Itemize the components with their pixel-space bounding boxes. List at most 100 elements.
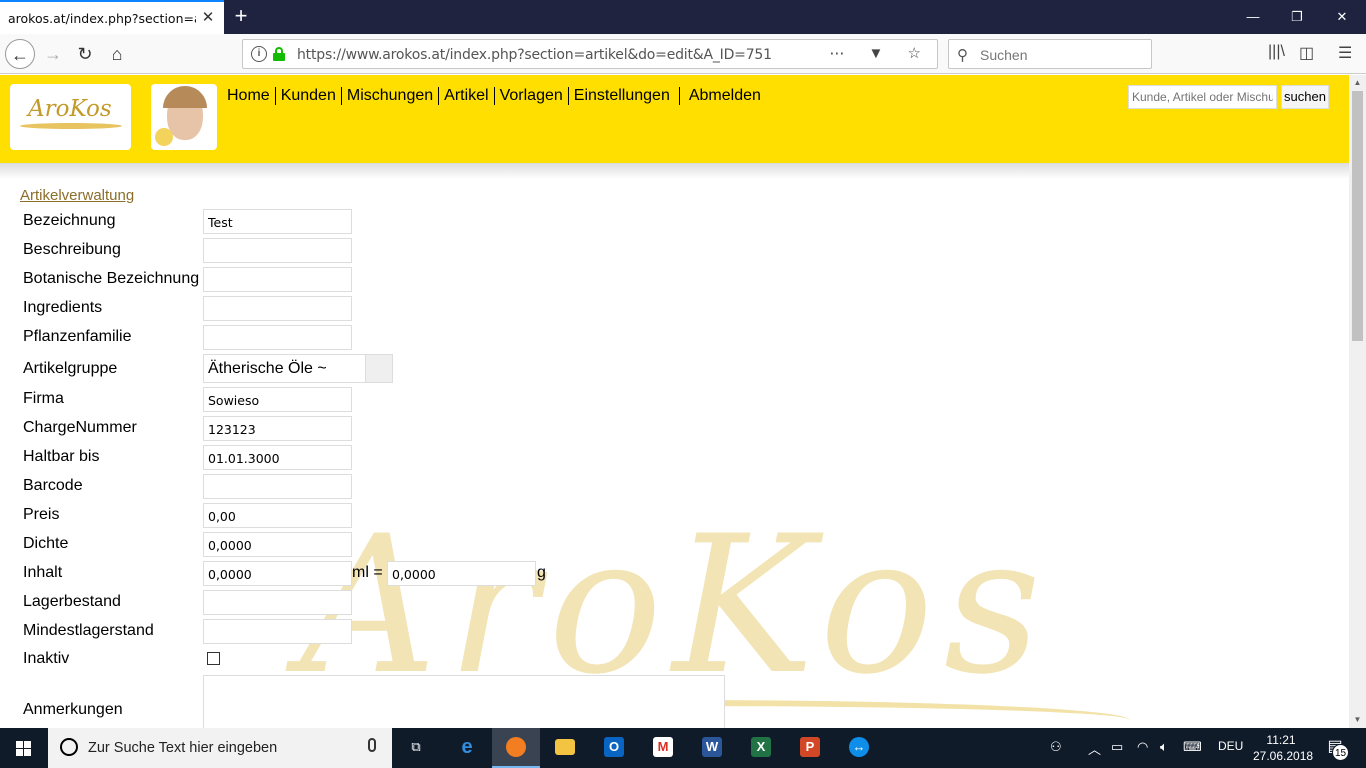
url-bar[interactable]: i https://www.arokos.at/index.php?sectio… xyxy=(242,39,938,69)
header-search-input[interactable] xyxy=(1128,85,1277,109)
powerpoint-icon[interactable]: P xyxy=(786,728,834,768)
battery-icon[interactable]: ▭ xyxy=(1111,739,1123,755)
scrollbar-thumb[interactable] xyxy=(1352,91,1363,341)
excel-icon[interactable]: X xyxy=(737,728,785,768)
library-icon[interactable]: |||\ xyxy=(1268,43,1285,61)
header-search-button[interactable]: suchen xyxy=(1281,85,1329,109)
site-logo[interactable]: AroKos xyxy=(10,84,131,150)
barcode-field[interactable] xyxy=(203,474,352,499)
file-explorer-icon[interactable] xyxy=(541,728,589,768)
volume-icon[interactable]: 🔈︎ xyxy=(1160,739,1168,755)
scroll-up-icon[interactable]: ▲ xyxy=(1349,75,1366,91)
nav-home[interactable]: Home xyxy=(227,87,275,105)
haltbar-field[interactable]: 01.01.3000 xyxy=(203,445,352,470)
home-icon[interactable]: ⌂ xyxy=(102,39,132,69)
language-indicator[interactable]: DEU xyxy=(1218,739,1243,753)
firefox-icon[interactable] xyxy=(492,728,540,768)
taskbar-search-input[interactable]: Zur Suche Text hier eingeben xyxy=(48,728,392,768)
row-mindestlager: Mindestlagerstand xyxy=(23,619,823,645)
inaktiv-checkbox[interactable] xyxy=(207,652,220,665)
artikelgruppe-select[interactable]: Ätherische Öle ~ xyxy=(203,354,393,383)
wifi-icon[interactable]: ◠ xyxy=(1137,739,1148,755)
nav-vorlagen[interactable]: Vorlagen xyxy=(493,87,568,105)
label-barcode: Barcode xyxy=(23,477,83,494)
unit-ml: ml = xyxy=(352,564,383,581)
label-haltbar: Haltbar bis xyxy=(23,448,100,465)
sidebar-icon[interactable]: ◫ xyxy=(1299,43,1314,63)
taskbar-clock[interactable]: 11:21 27.06.2018 xyxy=(1253,732,1314,764)
header-portrait-image xyxy=(151,84,217,150)
inhalt-ml-field[interactable]: 0,0000 xyxy=(203,561,352,586)
reload-icon[interactable]: ↻ xyxy=(70,39,100,69)
menu-icon[interactable]: ☰ xyxy=(1338,43,1352,63)
breadcrumb[interactable]: Artikelverwaltung xyxy=(20,187,134,204)
microphone-icon[interactable] xyxy=(368,738,376,752)
browser-nav-bar: ← → ↻ ⌂ i https://www.arokos.at/index.ph… xyxy=(0,34,1366,74)
nav-artikel[interactable]: Artikel xyxy=(438,87,493,105)
row-inhalt: Inhalt 0,0000 ml = 0,0000 g xyxy=(23,561,823,587)
label-pflanzenfamilie: Pflanzenfamilie xyxy=(23,328,132,345)
nav-einstellungen[interactable]: Einstellungen xyxy=(567,87,675,105)
botanisch-field[interactable] xyxy=(203,267,352,292)
forward-icon[interactable]: → xyxy=(38,39,68,69)
gmail-icon[interactable]: M xyxy=(639,728,687,768)
scroll-down-icon[interactable]: ▼ xyxy=(1349,712,1366,728)
anmerkungen-textarea[interactable] xyxy=(203,675,725,728)
task-view-icon[interactable]: ⧉ xyxy=(392,728,440,768)
row-bezeichnung: Bezeichnung Test xyxy=(23,209,823,235)
notification-count-badge: 15 xyxy=(1332,744,1349,761)
restore-icon[interactable]: ❐ xyxy=(1282,6,1312,28)
clock-date: 27.06.2018 xyxy=(1253,749,1314,763)
web-page: AroKos AroKos Home Kunden Mischungen Art… xyxy=(0,75,1349,728)
new-tab-icon[interactable]: + xyxy=(230,5,252,27)
people-icon[interactable]: ⚇ xyxy=(1050,739,1062,755)
nav-kunden[interactable]: Kunden xyxy=(274,87,341,105)
pflanzenfamilie-field[interactable] xyxy=(203,325,352,350)
row-beschreibung: Beschreibung xyxy=(23,238,823,264)
clock-time: 11:21 xyxy=(1266,733,1296,747)
firma-field[interactable]: Sowieso xyxy=(203,387,352,412)
preis-field[interactable]: 0,00 xyxy=(203,503,352,528)
start-button[interactable] xyxy=(0,728,48,768)
row-barcode: Barcode xyxy=(23,474,823,500)
lagerbestand-field[interactable] xyxy=(203,590,352,615)
tab-title: arokos.at/index.php?section=artikel xyxy=(8,10,196,26)
beschreibung-field[interactable] xyxy=(203,238,352,263)
page-scrollbar[interactable]: ▲ ▼ xyxy=(1349,75,1366,728)
label-preis: Preis xyxy=(23,506,60,523)
back-icon[interactable]: ← xyxy=(5,39,35,69)
outlook-icon[interactable]: O xyxy=(590,728,638,768)
close-window-icon[interactable]: ✕ xyxy=(1327,6,1357,28)
site-header: AroKos Home Kunden Mischungen Artikel Vo… xyxy=(0,75,1349,163)
artikelgruppe-value: Ätherische Öle ~ xyxy=(208,360,327,377)
row-lagerbestand: Lagerbestand xyxy=(23,590,823,616)
browser-tab-active[interactable]: arokos.at/index.php?section=artikel ✕ xyxy=(0,0,224,34)
charge-field[interactable]: 123123 xyxy=(203,416,352,441)
dropdown-button[interactable] xyxy=(365,355,392,382)
page-actions-icon[interactable]: ⋯ ▼ ☆ xyxy=(829,44,931,62)
close-tab-icon[interactable]: ✕ xyxy=(200,10,216,26)
nav-mischungen[interactable]: Mischungen xyxy=(340,87,438,105)
edge-icon[interactable]: e xyxy=(443,728,491,768)
show-hidden-icons[interactable]: ︿ xyxy=(1088,739,1101,758)
teamviewer-icon[interactable]: ↔ xyxy=(835,728,883,768)
row-anmerkungen: Anmerkungen xyxy=(23,675,823,728)
lock-icon xyxy=(273,47,285,61)
bezeichnung-field[interactable]: Test xyxy=(203,209,352,234)
logo-text: AroKos xyxy=(28,96,112,122)
dichte-field[interactable]: 0,0000 xyxy=(203,532,352,557)
inhalt-g-field[interactable]: 0,0000 xyxy=(387,561,536,586)
keyboard-icon[interactable]: ⌨ xyxy=(1183,739,1202,755)
nav-abmelden[interactable]: Abmelden xyxy=(678,87,766,105)
site-info-icon[interactable]: i xyxy=(251,46,267,62)
row-pflanzenfamilie: Pflanzenfamilie xyxy=(23,325,823,351)
label-dichte: Dichte xyxy=(23,535,69,552)
ingredients-field[interactable] xyxy=(203,296,352,321)
label-mindestlager: Mindestlagerstand xyxy=(23,622,154,639)
main-nav: Home Kunden Mischungen Artikel Vorlagen … xyxy=(227,87,766,105)
minimize-icon[interactable]: — xyxy=(1238,6,1268,28)
url-text[interactable]: https://www.arokos.at/index.php?section=… xyxy=(297,47,772,63)
word-icon[interactable]: W xyxy=(688,728,736,768)
mindestlager-field[interactable] xyxy=(203,619,352,644)
browser-search-input[interactable]: ⚲ Suchen xyxy=(948,39,1152,69)
